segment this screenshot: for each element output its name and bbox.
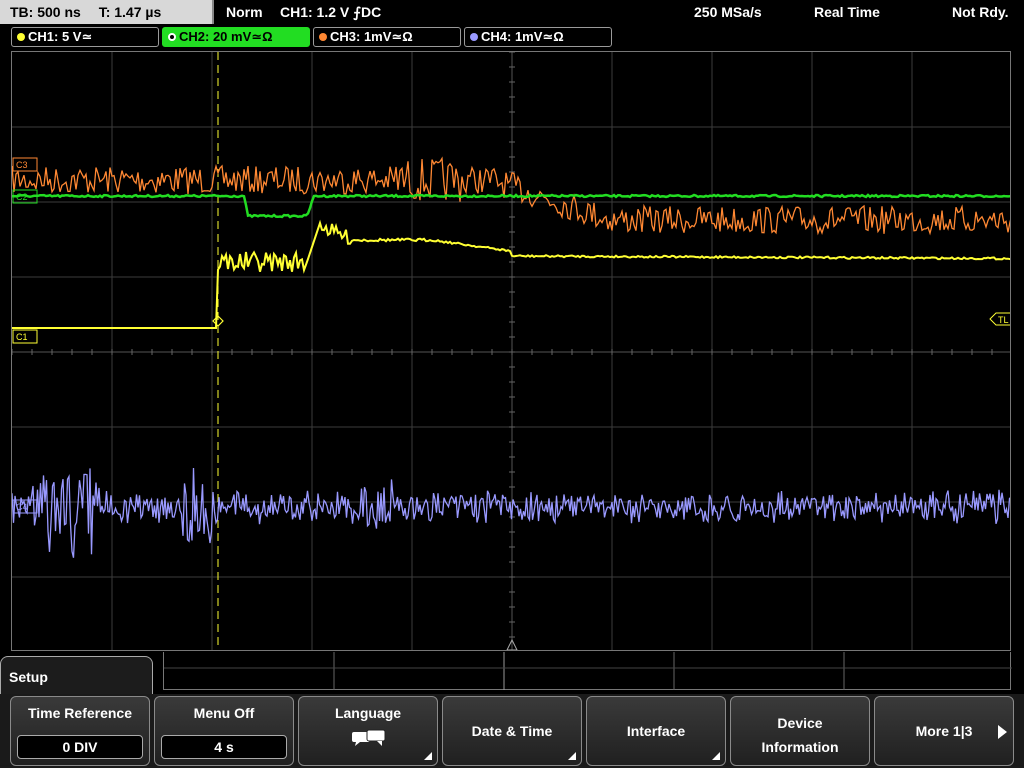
graticule-grid [12, 52, 1010, 650]
menu-title: Setup [9, 669, 48, 685]
svg-text:C4: C4 [16, 502, 28, 512]
channel-tab-ch1[interactable]: CH1: 5 V≃ [11, 27, 159, 47]
ch3-label: CH3: 1mV≃Ω [330, 29, 413, 44]
svg-text:TL: TL [998, 315, 1009, 325]
trigger-time-value: T: 1.47 µs [98, 4, 162, 20]
submenu-indicator-icon [568, 752, 576, 760]
time-reference-value: 0 DIV [17, 735, 143, 759]
trigger-level-marker: TL [989, 312, 1010, 326]
svg-text:C2: C2 [16, 192, 28, 202]
menu-title-tab[interactable]: Setup [0, 656, 153, 698]
ch4-color-dot [470, 33, 478, 41]
status-bar: TB: 500 ns T: 1.47 µs Norm CH1: 1.2 V ⨍D… [0, 0, 1024, 24]
svg-text:C1: C1 [16, 332, 28, 342]
waveform-display[interactable]: C3 C2 C1 C4 TL [11, 51, 1011, 651]
ch2-label: CH2: 20 mV≃Ω [179, 29, 273, 44]
timebase-box[interactable]: TB: 500 ns T: 1.47 µs [0, 0, 214, 24]
overview-strip [163, 652, 1012, 690]
date-time-label: Date & Time [471, 723, 553, 739]
menu-off-button[interactable]: Menu Off 4 s [154, 696, 294, 766]
device-information-button[interactable]: Device Information [730, 696, 870, 766]
device-information-label-line1: Device [777, 715, 823, 731]
ch3-color-dot [319, 33, 327, 41]
time-reference-button[interactable]: Time Reference 0 DIV [10, 696, 150, 766]
ch1-label: CH1: 5 V≃ [28, 29, 93, 44]
more-label: More 1|3 [915, 723, 973, 739]
language-label: Language [334, 705, 402, 721]
ch1-ground-marker: C1 [12, 329, 38, 344]
next-page-arrow-icon [998, 725, 1007, 739]
device-information-label-line2: Information [761, 739, 839, 755]
sample-rate: 250 MSa/s [694, 4, 762, 20]
svg-text:C3: C3 [16, 160, 28, 170]
channel-tabs: CH1: 5 V≃ CH2: 20 mV≃Ω CH3: 1mV≃Ω CH4: 1… [0, 26, 1024, 48]
menu-off-label: Menu Off [193, 705, 255, 721]
interface-button[interactable]: Interface [586, 696, 726, 766]
speech-bubble-icon [352, 729, 386, 746]
channel-tab-ch4[interactable]: CH4: 1mV≃Ω [464, 27, 612, 47]
time-reference-label: Time Reference [27, 705, 132, 721]
interface-label: Interface [626, 723, 686, 739]
channel-tab-ch2[interactable]: CH2: 20 mV≃Ω [162, 27, 310, 47]
channel-tab-ch3[interactable]: CH3: 1mV≃Ω [313, 27, 461, 47]
ch3-ground-marker: C3 [12, 157, 38, 172]
ch4-label: CH4: 1mV≃Ω [481, 29, 564, 44]
menu-off-value: 4 s [161, 735, 287, 759]
acquisition-mode: Real Time [814, 4, 880, 20]
acquisition-state: Not Rdy. [952, 4, 1009, 20]
timebase-value: TB: 500 ns [10, 4, 81, 20]
date-time-button[interactable]: Date & Time [442, 696, 582, 766]
language-button[interactable]: Language [298, 696, 438, 766]
submenu-indicator-icon [712, 752, 720, 760]
ch2-color-dot [168, 33, 176, 41]
more-button[interactable]: More 1|3 [874, 696, 1014, 766]
trigger-mode[interactable]: Norm [226, 0, 263, 24]
trigger-setting[interactable]: CH1: 1.2 V ⨍DC [280, 0, 381, 24]
ch1-color-dot [17, 33, 25, 41]
submenu-indicator-icon [424, 752, 432, 760]
